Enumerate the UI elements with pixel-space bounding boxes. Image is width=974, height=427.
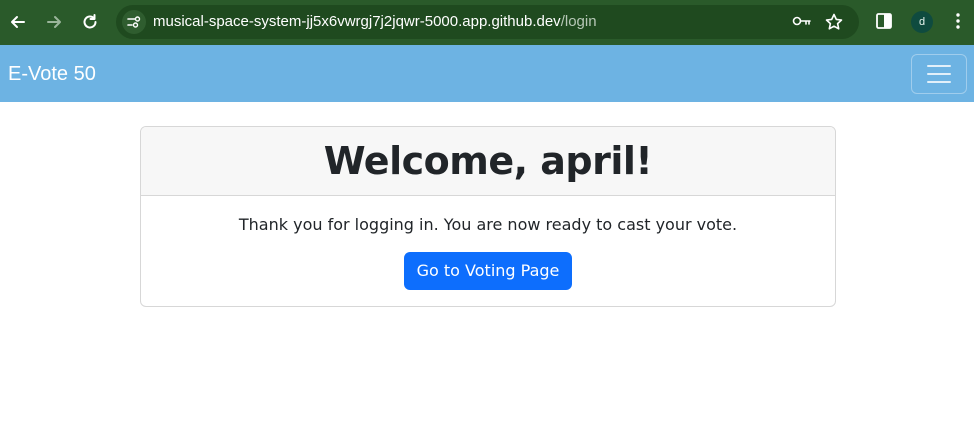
key-icon[interactable] <box>792 14 812 33</box>
avatar[interactable]: d <box>911 11 933 33</box>
navbar: E-Vote 50 <box>0 45 974 102</box>
url-path: /login <box>560 13 597 30</box>
more-menu-icon[interactable] <box>955 12 961 35</box>
card-body: Thank you for logging in. You are now re… <box>141 215 835 290</box>
page-title: Welcome, april! <box>323 139 653 183</box>
card-header: Welcome, april! <box>141 127 835 196</box>
hamburger-icon <box>927 65 951 67</box>
site-info-icon[interactable] <box>122 10 146 34</box>
side-panel-icon[interactable] <box>875 12 893 35</box>
url-text: musical-space-system-jj5x6vwrgj7j2jqwr-5… <box>153 13 597 30</box>
hamburger-icon <box>927 81 951 83</box>
url-host: musical-space-system-jj5x6vwrgj7j2jqwr-5… <box>153 13 561 30</box>
go-to-voting-button[interactable]: Go to Voting Page <box>403 252 573 290</box>
browser-toolbar: musical-space-system-jj5x6vwrgj7j2jqwr-5… <box>0 0 974 45</box>
navbar-toggler-button[interactable] <box>911 54 967 94</box>
address-bar[interactable]: musical-space-system-jj5x6vwrgj7j2jqwr-5… <box>116 5 859 39</box>
welcome-card: Welcome, april! Thank you for logging in… <box>140 126 836 307</box>
welcome-message: Thank you for logging in. You are now re… <box>238 215 738 234</box>
star-icon[interactable] <box>824 12 844 37</box>
forward-icon[interactable] <box>42 10 66 34</box>
reload-icon[interactable] <box>78 10 102 34</box>
brand-link[interactable]: E-Vote 50 <box>8 63 96 86</box>
back-icon[interactable] <box>6 10 30 34</box>
hamburger-icon <box>927 73 951 75</box>
